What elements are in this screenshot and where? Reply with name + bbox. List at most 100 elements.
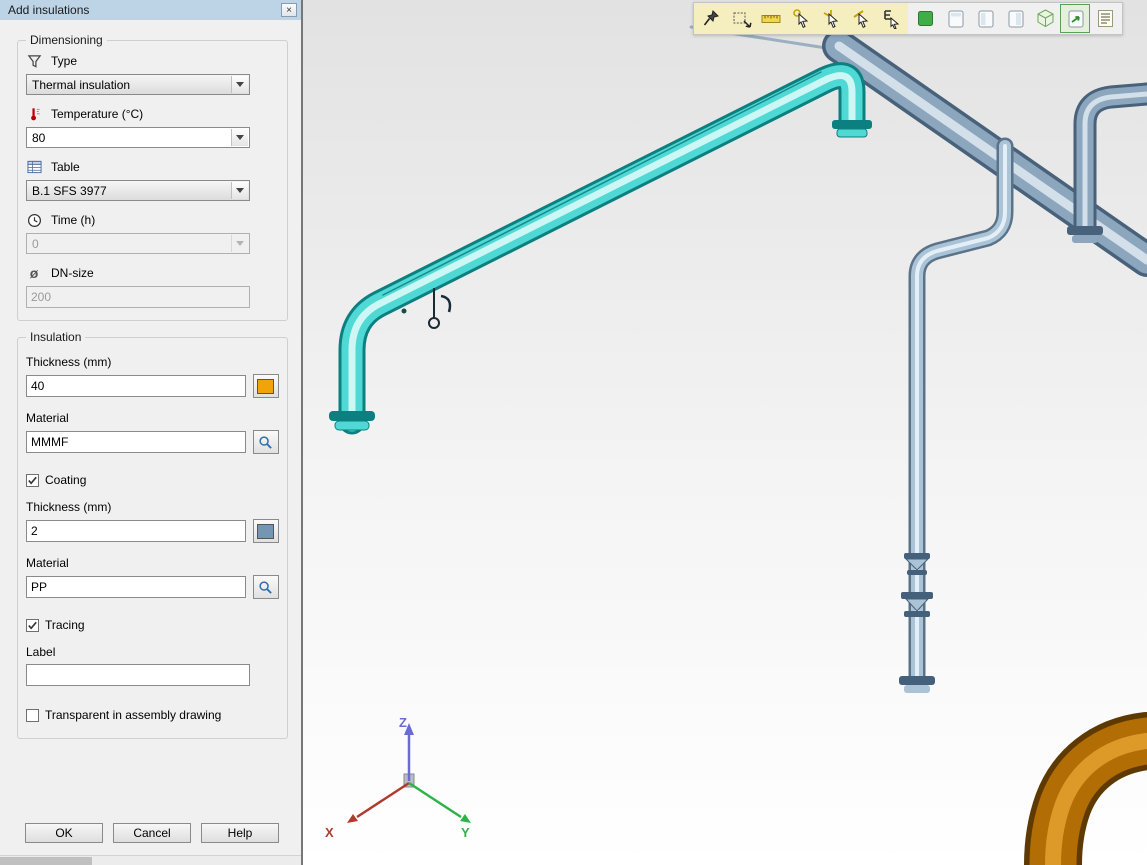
flange — [329, 411, 375, 421]
view-iso-icon[interactable] — [1030, 4, 1060, 33]
flange — [1067, 226, 1103, 235]
flange — [904, 685, 930, 693]
view-top-icon[interactable] — [970, 4, 1000, 33]
transparent-checkbox-label: Transparent in assembly drawing — [45, 708, 221, 722]
pin-icon[interactable] — [696, 4, 726, 33]
snap-point-icon[interactable] — [786, 4, 816, 33]
axes-icon — [323, 719, 475, 849]
y-axis-label: Y — [461, 825, 470, 840]
clock-icon — [26, 212, 42, 228]
coating-thickness-label: Thickness (mm) — [26, 500, 279, 514]
close-icon: × — [286, 5, 292, 16]
coating-checkbox[interactable]: Coating — [26, 473, 279, 487]
valve-flange — [907, 570, 927, 575]
table-select[interactable]: B.1 SFS 3977 — [26, 180, 250, 201]
tracing-line — [383, 72, 821, 295]
temperature-select[interactable]: 80 — [26, 127, 250, 148]
flange — [832, 120, 872, 129]
thermometer-icon — [26, 106, 42, 122]
cancel-button[interactable]: Cancel — [113, 823, 191, 843]
close-button[interactable]: × — [281, 3, 297, 17]
drain-point — [402, 309, 407, 314]
dialog-titlebar: Add insulations × — [0, 0, 301, 20]
snap-tools-group — [694, 3, 908, 34]
coating-color-button[interactable] — [253, 519, 279, 543]
active-view-icon[interactable] — [1060, 4, 1090, 33]
view-side-icon[interactable] — [1000, 4, 1030, 33]
insulation-material-search-button[interactable] — [253, 430, 279, 454]
select-element-icon[interactable] — [876, 4, 906, 33]
chevron-down-icon — [231, 76, 248, 93]
coating-material-search-button[interactable] — [253, 575, 279, 599]
insulation-thickness-input[interactable] — [26, 375, 246, 397]
insulation-material-input[interactable] — [26, 431, 246, 453]
instrument-lever — [441, 296, 450, 312]
measure-icon[interactable] — [756, 4, 786, 33]
table-select-value: B.1 SFS 3977 — [32, 184, 107, 198]
insulation-color-button[interactable] — [253, 374, 279, 398]
chevron-down-icon — [231, 182, 248, 199]
transparent-checkbox[interactable]: Transparent in assembly drawing — [26, 708, 279, 722]
scrollbar-thumb[interactable] — [0, 857, 92, 865]
time-select[interactable]: 0 — [26, 233, 250, 254]
coating-checkbox-box — [26, 474, 39, 487]
viewport-toolbar — [693, 2, 1123, 35]
snap-axis-icon[interactable] — [816, 4, 846, 33]
ok-button[interactable]: OK — [25, 823, 103, 843]
horizontal-scrollbar[interactable] — [0, 855, 301, 865]
insulation-thickness-label: Thickness (mm) — [26, 355, 279, 369]
valve-flange — [901, 592, 933, 599]
coating-color-swatch — [257, 524, 274, 539]
add-insulations-dialog: Add insulations × Dimensioning Type Ther… — [0, 0, 303, 865]
type-select-value: Thermal insulation — [32, 78, 130, 92]
insulation-material-label: Material — [26, 411, 279, 425]
label-field-label: Label — [26, 645, 279, 659]
x-axis-label: X — [325, 825, 334, 840]
time-select-value: 0 — [32, 237, 39, 251]
label-input[interactable] — [26, 664, 250, 686]
dialog-title: Add insulations — [8, 3, 281, 17]
valve-flange — [904, 553, 930, 559]
coating-material-input[interactable] — [26, 576, 246, 598]
chevron-down-icon — [231, 235, 248, 252]
tracing-checkbox-box — [26, 619, 39, 632]
coating-checkbox-label: Coating — [45, 473, 86, 487]
search-icon — [258, 580, 273, 595]
flange — [1072, 235, 1098, 243]
3d-viewport[interactable]: Z X Y — [303, 0, 1147, 865]
dn-size-input[interactable] — [26, 286, 250, 308]
insulation-group-label: Insulation — [26, 330, 85, 344]
time-label: Time (h) — [51, 213, 95, 227]
filter-icon — [26, 53, 42, 69]
tracing-checkbox-label: Tracing — [45, 618, 85, 632]
view-front-icon[interactable] — [940, 4, 970, 33]
coating-material-label: Material — [26, 556, 279, 570]
zoom-region-icon[interactable] — [726, 4, 756, 33]
type-select[interactable]: Thermal insulation — [26, 74, 250, 95]
instrument-handwheel — [429, 318, 439, 328]
insulated-cyan-pipe[interactable] — [329, 72, 872, 430]
type-label: Type — [51, 54, 77, 68]
dn-size-label: DN-size — [51, 266, 94, 280]
snap-line-icon[interactable] — [846, 4, 876, 33]
flange — [335, 421, 369, 430]
insulation-group: Insulation Thickness (mm) Material — [17, 337, 288, 739]
transparent-checkbox-box — [26, 709, 39, 722]
application-window: Add insulations × Dimensioning Type Ther… — [0, 0, 1147, 865]
valve-flange — [904, 611, 930, 617]
table-icon — [26, 159, 42, 175]
dimensioning-group: Dimensioning Type Thermal insulation Tem… — [17, 40, 288, 321]
view-list-icon[interactable] — [1090, 4, 1120, 33]
view-tools-group — [908, 3, 1122, 34]
flange — [899, 676, 935, 685]
tracing-checkbox[interactable]: Tracing — [26, 618, 279, 632]
help-button[interactable]: Help — [201, 823, 279, 843]
search-icon — [258, 435, 273, 450]
coating-thickness-input[interactable] — [26, 520, 246, 542]
orange-pipe[interactable] — [1053, 741, 1147, 865]
flange — [837, 129, 867, 137]
diameter-icon: ø — [26, 265, 42, 281]
small-pipe[interactable] — [899, 146, 1005, 693]
z-axis-label: Z — [399, 715, 407, 730]
render-mode-icon[interactable] — [910, 4, 940, 33]
